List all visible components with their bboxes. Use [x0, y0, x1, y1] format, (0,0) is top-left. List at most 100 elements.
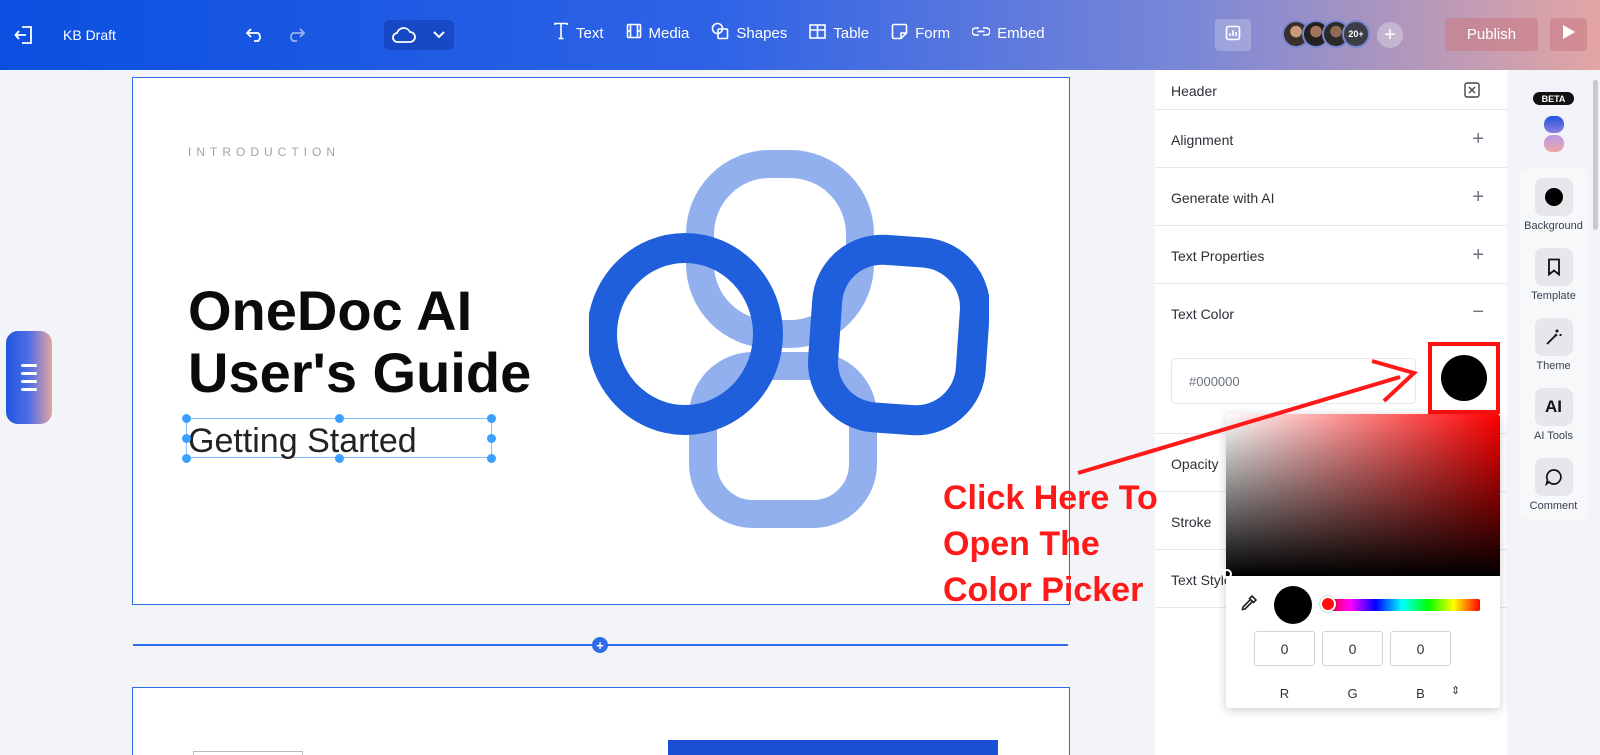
rail-theme-button[interactable]: Theme — [1519, 318, 1588, 372]
collaborator-count-badge[interactable]: 20+ — [1342, 20, 1370, 48]
chevron-down-icon[interactable] — [424, 31, 454, 39]
close-icon[interactable] — [1464, 82, 1480, 101]
rail-ai-tools-button[interactable]: AI AI Tools — [1519, 388, 1588, 442]
outline-drawer-handle[interactable] — [6, 331, 52, 424]
hue-slider-knob[interactable] — [1320, 596, 1336, 612]
expand-icon[interactable]: + — [1472, 245, 1484, 265]
comment-icon — [1534, 458, 1573, 496]
slide-canvas[interactable]: INTRODUCTION OneDoc AI User's Guide Gett… — [132, 77, 1070, 605]
document-title[interactable]: KB Draft — [63, 27, 116, 43]
saturation-knob[interactable] — [1222, 569, 1232, 579]
shapes-tool-button[interactable]: Shapes — [711, 22, 787, 44]
resize-handle[interactable] — [487, 454, 496, 463]
color-mode-toggle-icon[interactable]: ⇕ — [1451, 684, 1460, 697]
rail-label: AI Tools — [1534, 430, 1573, 442]
rail-label: Theme — [1536, 360, 1571, 372]
hue-slider[interactable] — [1324, 599, 1480, 611]
panel-header: Header — [1155, 70, 1507, 110]
resize-handle[interactable] — [182, 434, 191, 443]
media-icon — [626, 23, 642, 43]
red-input[interactable]: 0 — [1254, 631, 1315, 666]
analytics-button[interactable] — [1215, 19, 1251, 51]
eyedropper-icon[interactable] — [1240, 594, 1258, 617]
collaborator-avatars[interactable]: 20+ — [1282, 20, 1370, 48]
text-icon — [553, 22, 569, 44]
blue-label: B — [1416, 686, 1425, 701]
rail-label: Background — [1524, 220, 1583, 232]
page-scrollbar[interactable] — [1593, 80, 1598, 230]
resize-handle[interactable] — [182, 454, 191, 463]
media-tool-button[interactable]: Media — [626, 22, 690, 44]
resize-handle[interactable] — [335, 414, 344, 423]
media-tool-label: Media — [648, 24, 690, 42]
rail-template-button[interactable]: Template — [1519, 248, 1588, 302]
form-tool-button[interactable]: Form — [891, 22, 950, 44]
plus-icon: + — [596, 637, 604, 653]
embed-tool-button[interactable]: Embed — [971, 22, 1045, 44]
redo-icon[interactable] — [286, 25, 306, 43]
hex-color-input[interactable]: #000000 — [1171, 358, 1416, 404]
section-label: Alignment — [1171, 132, 1234, 148]
resize-handle[interactable] — [487, 414, 496, 423]
text-tool-button[interactable]: Text — [553, 22, 604, 44]
next-slide-canvas[interactable] — [132, 687, 1070, 755]
section-text-properties[interactable]: Text Properties + — [1155, 226, 1507, 284]
shapes-tool-label: Shapes — [736, 24, 788, 42]
cloud-sync-menu[interactable] — [384, 20, 454, 50]
resize-handle[interactable] — [182, 414, 191, 423]
collapse-icon[interactable]: − — [1472, 302, 1484, 322]
panel-title: Header — [1171, 83, 1217, 99]
rail-comment-button[interactable]: Comment — [1519, 458, 1588, 512]
embed-icon — [971, 25, 991, 42]
slide-subtitle[interactable]: Getting Started — [188, 422, 417, 461]
section-alignment[interactable]: Alignment + — [1155, 110, 1507, 168]
color-swatch-button[interactable] — [1428, 342, 1500, 414]
add-collaborator-button[interactable]: + — [1377, 22, 1403, 48]
table-tool-button[interactable]: Table — [809, 22, 869, 44]
color-swatch — [1441, 355, 1487, 401]
green-label: G — [1347, 686, 1358, 701]
table-icon — [809, 23, 827, 43]
annotation-line: Open The — [943, 525, 1100, 563]
expand-icon[interactable]: + — [1472, 129, 1484, 149]
add-slide-button[interactable]: + — [592, 637, 608, 653]
section-generate-ai[interactable]: Generate with AI + — [1155, 168, 1507, 226]
publish-button[interactable]: Publish — [1445, 18, 1538, 51]
expand-icon[interactable]: + — [1472, 187, 1484, 207]
embed-tool-label: Embed — [997, 24, 1045, 42]
undo-icon[interactable] — [245, 25, 265, 43]
slide-title-line: User's Guide — [188, 341, 532, 404]
blue-input[interactable]: 0 — [1390, 631, 1451, 666]
resize-handle[interactable] — [487, 434, 496, 443]
section-label: Opacity — [1171, 456, 1219, 472]
form-icon — [891, 23, 908, 44]
section-label: Text Color — [1171, 306, 1235, 322]
exit-icon[interactable] — [13, 24, 35, 46]
color-picker-popup: 0 0 0 R G B ⇕ — [1222, 414, 1500, 708]
cloud-icon[interactable] — [384, 26, 424, 44]
text-tool-label: Text — [576, 24, 604, 42]
section-label: Stroke — [1171, 514, 1212, 530]
present-button[interactable] — [1550, 18, 1587, 51]
right-rail: BETA Background Template Theme AI AI Too… — [1519, 70, 1588, 755]
annotation-callout: Click Here To Open The Color Picker — [943, 475, 1158, 613]
beta-assistant-card[interactable]: BETA — [1519, 82, 1588, 158]
beta-badge: BETA — [1533, 92, 1574, 105]
assistant-logo-icon — [1544, 116, 1564, 157]
menu-line — [21, 380, 37, 383]
section-label: Text Properties — [1171, 248, 1265, 264]
slide-title[interactable]: OneDoc AI User's Guide — [188, 280, 531, 404]
rail-background-button[interactable]: Background — [1519, 178, 1588, 232]
magic-wand-icon — [1534, 318, 1573, 356]
selected-text-box[interactable]: Getting Started — [182, 414, 496, 463]
slide-banner — [668, 740, 998, 755]
saturation-value-area[interactable] — [1226, 414, 1500, 576]
background-icon — [1534, 178, 1573, 216]
ai-icon: AI — [1534, 388, 1573, 426]
resize-handle[interactable] — [335, 454, 344, 463]
annotation-line: Click Here To — [943, 479, 1158, 517]
green-input[interactable]: 0 — [1322, 631, 1383, 666]
onedoc-logo-graphic[interactable] — [587, 148, 990, 543]
slide-kicker[interactable]: INTRODUCTION — [188, 145, 340, 159]
red-label: R — [1279, 686, 1290, 701]
